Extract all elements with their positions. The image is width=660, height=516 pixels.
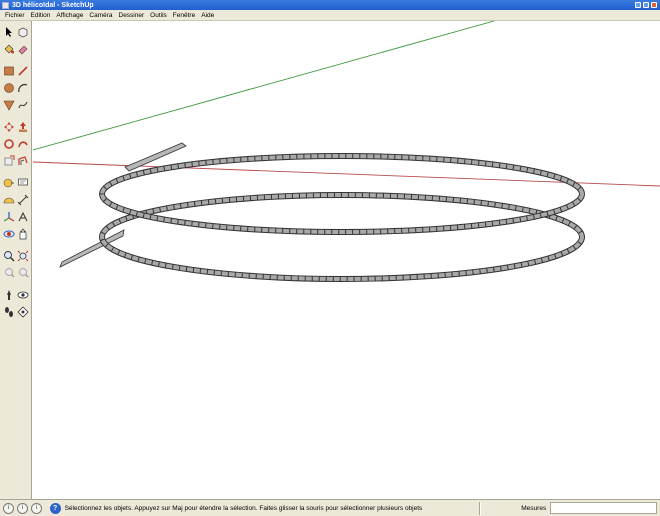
close-button[interactable] (651, 2, 657, 8)
tool-row (0, 97, 31, 114)
tool-row (0, 209, 31, 226)
menu-bar: Fichier Edition Affichage Caméra Dessine… (0, 10, 660, 21)
follow-me-icon[interactable] (16, 136, 30, 151)
tool-row (0, 248, 31, 265)
previous-view-icon[interactable] (2, 265, 16, 280)
window-title: 3D hélicoïdal - SketchUp (12, 1, 94, 9)
menu-aide[interactable]: Aide (198, 12, 217, 19)
status-message: Sélectionnez les objets. Appuyez sur Maj… (64, 504, 423, 512)
tape-measure-icon[interactable] (2, 175, 16, 190)
tool-row (0, 41, 31, 58)
sketchup-app-icon (2, 1, 9, 9)
tool-row (0, 80, 31, 97)
look-around-icon[interactable] (16, 287, 30, 302)
maximize-button[interactable] (643, 2, 649, 8)
offset-icon[interactable] (16, 153, 30, 168)
zoom-extents-icon[interactable] (16, 248, 30, 263)
line-icon[interactable] (16, 63, 30, 78)
position-camera-icon[interactable] (2, 287, 16, 302)
arc-icon[interactable] (16, 80, 30, 95)
move-icon[interactable] (2, 119, 16, 134)
measurements-label: Mesures (521, 504, 547, 512)
zoom-icon[interactable] (2, 248, 16, 263)
tool-row (0, 119, 31, 136)
eraser-icon[interactable] (16, 41, 30, 56)
protractor-icon[interactable] (2, 192, 16, 207)
section-plane-icon[interactable] (16, 304, 30, 319)
text-icon[interactable] (16, 175, 30, 190)
push-pull-icon[interactable] (16, 119, 30, 134)
minimize-button[interactable] (635, 2, 641, 8)
select-arrow-icon[interactable] (2, 24, 16, 39)
tool-row (0, 153, 31, 170)
rectangle-icon[interactable] (2, 63, 16, 78)
tool-row (0, 287, 31, 304)
model-scene (33, 21, 660, 282)
rotate-icon[interactable] (2, 136, 16, 151)
freehand-icon[interactable] (16, 97, 30, 112)
walk-icon[interactable] (2, 304, 16, 319)
next-view-icon[interactable] (16, 265, 30, 280)
title-bar: 3D hélicoïdal - SketchUp (0, 0, 660, 10)
tool-row (0, 175, 31, 192)
orbit-icon[interactable] (2, 226, 16, 241)
tool-row (0, 192, 31, 209)
tool-row (0, 63, 31, 80)
measurements-input[interactable] (550, 502, 658, 514)
green-axis-line (33, 21, 495, 151)
paint-bucket-icon[interactable] (2, 41, 16, 56)
tool-row (0, 226, 31, 243)
menu-fichier[interactable]: Fichier (2, 12, 28, 19)
menu-edition[interactable]: Edition (28, 12, 54, 19)
tool-row (0, 24, 31, 41)
help-icon[interactable]: ? (49, 502, 61, 514)
polygon-icon[interactable] (2, 97, 16, 112)
menu-outils[interactable]: Outils (147, 12, 170, 19)
dimension-icon[interactable] (16, 192, 30, 207)
axes-icon[interactable] (2, 209, 16, 224)
drawing-viewport[interactable] (33, 21, 660, 499)
tool-row (0, 136, 31, 153)
status-bar: i i i ? Sélectionnez les objets. Appuyez… (0, 499, 660, 516)
helix-lower-coil (99, 192, 585, 282)
menu-dessiner[interactable]: Dessiner (116, 12, 148, 19)
tool-row (0, 265, 31, 282)
window-controls (635, 2, 657, 8)
credits-icon[interactable]: i (16, 502, 28, 514)
geolocation-icon[interactable]: i (3, 502, 14, 514)
pan-icon[interactable] (16, 226, 30, 241)
menu-camera[interactable]: Caméra (86, 12, 115, 19)
user-icon[interactable]: i (30, 502, 42, 514)
3d-text-icon[interactable] (16, 209, 30, 224)
menu-fenetre[interactable]: Fenêtre (170, 12, 198, 19)
scale-icon[interactable] (2, 153, 16, 168)
tool-row (0, 304, 31, 321)
component-icon[interactable] (16, 24, 30, 39)
circle-icon[interactable] (2, 80, 16, 95)
tool-palette (0, 21, 32, 499)
menu-affichage[interactable]: Affichage (53, 12, 86, 19)
